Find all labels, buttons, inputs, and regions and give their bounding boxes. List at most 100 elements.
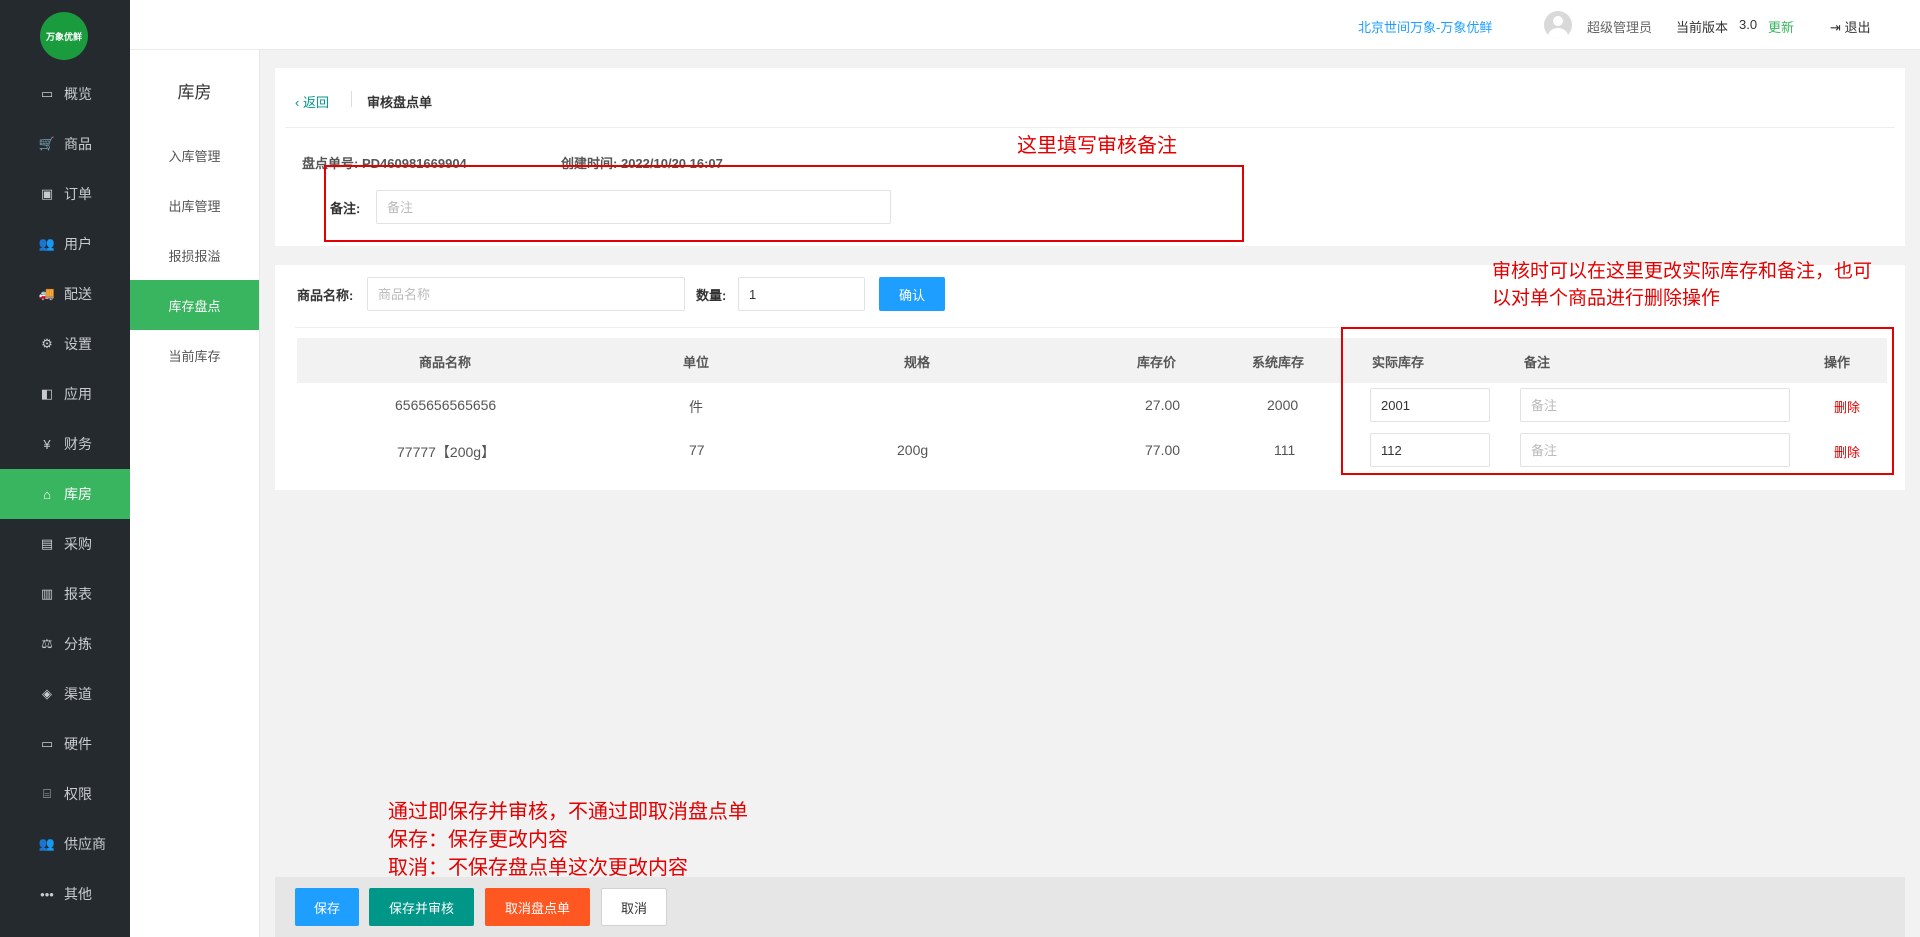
row-price: 27.00 xyxy=(1145,397,1181,413)
users-icon: 👥 xyxy=(38,236,56,251)
brand-logo[interactable]: 万象优鲜 xyxy=(40,12,88,60)
sidebar-item[interactable]: ▭ 概览 xyxy=(0,69,130,119)
sidebar-item-label: 其他 xyxy=(64,886,92,902)
col-spec: 规格 xyxy=(904,355,931,370)
sidebar-item-label: 订单 xyxy=(64,186,92,202)
sidebar-item-label: 硬件 xyxy=(64,736,92,752)
sidebar-item-label: 权限 xyxy=(64,786,92,802)
quantity-label: 数量: xyxy=(696,288,727,303)
subnav-item[interactable]: 当前库存 xyxy=(130,330,259,380)
sidebar-item[interactable]: ▭ 硬件 xyxy=(0,719,130,769)
subnav-item[interactable]: 出库管理 xyxy=(130,180,259,230)
sidebar-item[interactable]: 🚚 配送 xyxy=(0,269,130,319)
cancel-button[interactable]: 取消 xyxy=(601,888,667,926)
annotation-footer-line1: 通过即保存并审核，不通过即取消盘点单 xyxy=(388,801,748,823)
money-icon: ▣ xyxy=(40,186,54,201)
row-system-stock: 2000 xyxy=(1267,397,1299,413)
subnav-item[interactable]: 库存盘点 xyxy=(130,280,259,330)
quantity-input[interactable] xyxy=(738,277,865,311)
sidebar-item-label: 采购 xyxy=(64,536,92,552)
sidebar-item-label: 商品 xyxy=(64,136,92,152)
main-nav: ▭ 概览 🛒 商品 ▣ 订单 👥 用户 🚚 配送 ⚙ 设置 ◧ 应用 ¥ 财务 ⌂ 库房 ▤ 采购 ▥ 报表 ⚖ 分拣 ◈ 渠道 ▭… xyxy=(0,69,130,919)
logout-label: 退出 xyxy=(1844,20,1871,35)
col-price: 库存价 xyxy=(1137,355,1177,370)
col-product-name: 商品名称 xyxy=(419,355,472,370)
group-icon: 👥 xyxy=(38,836,56,851)
user-name[interactable]: 超级管理员 xyxy=(1587,17,1652,36)
back-label: 返回 xyxy=(302,95,329,110)
bank-icon: ⌸ xyxy=(43,786,51,801)
sidebar-item-label: 设置 xyxy=(64,336,92,352)
sidebar-item[interactable]: ⚖ 分拣 xyxy=(0,619,130,669)
avatar[interactable] xyxy=(1544,11,1572,39)
product-name-input[interactable] xyxy=(367,277,685,311)
sidebar-item-label: 应用 xyxy=(64,386,92,402)
logo-text: 万象优鲜 xyxy=(45,31,82,42)
logout-button[interactable]: ⇥ 退出 xyxy=(1830,17,1871,36)
page-title: 审核盘点单 xyxy=(367,95,433,110)
row-product-name: 6565656565656 xyxy=(395,397,497,413)
logout-icon: ⇥ xyxy=(1830,20,1845,35)
sidebar-item[interactable]: ▤ 采购 xyxy=(0,519,130,569)
sidebar-item-label: 概览 xyxy=(64,86,92,102)
sidebar-item-label: 财务 xyxy=(64,436,92,452)
subnav-item[interactable]: 入库管理 xyxy=(130,130,259,180)
action-footer: 保存 保存并审核 取消盘点单 取消 xyxy=(275,877,1905,937)
annotation-box-table xyxy=(1341,327,1894,475)
annotation-table-line1: 审核时可以在这里更改实际库存和备注，也可 xyxy=(1492,261,1873,282)
top-header: 北京世间万象-万象优鲜 超级管理员 当前版本 3.0 更新 ⇥ 退出 xyxy=(130,0,1920,50)
col-system-stock: 系统库存 xyxy=(1252,355,1305,370)
sidebar-item[interactable]: 👥 用户 xyxy=(0,219,130,269)
row-system-stock: 111 xyxy=(1274,442,1296,458)
back-link[interactable]: ‹ 返回 xyxy=(295,92,329,111)
chevron-left-icon: ‹ xyxy=(295,95,303,110)
breadcrumb-divider xyxy=(351,91,352,107)
more-icon: ••• xyxy=(40,886,54,902)
sidebar-item[interactable]: ⌂ 库房 xyxy=(0,469,130,519)
sidebar-item-label: 用户 xyxy=(64,236,92,252)
cube-icon: ◈ xyxy=(42,686,52,701)
bar-chart-icon: ▥ xyxy=(40,586,54,601)
row-price: 77.00 xyxy=(1145,442,1181,458)
sidebar-item[interactable]: ◈ 渠道 xyxy=(0,669,130,719)
cart-icon: 🛒 xyxy=(38,136,56,151)
product-name-label: 商品名称: xyxy=(297,288,354,303)
sidebar-item[interactable]: ▣ 订单 xyxy=(0,169,130,219)
bus-icon: ▤ xyxy=(40,536,54,551)
truck-icon: 🚚 xyxy=(38,286,56,301)
sidebar-item[interactable]: ◧ 应用 xyxy=(0,369,130,419)
apps-icon: ◧ xyxy=(40,386,54,401)
annotation-footer-line2: 保存：保存更改内容 xyxy=(388,829,568,851)
void-order-button[interactable]: 取消盘点单 xyxy=(485,888,590,926)
scale-icon: ⚖ xyxy=(41,636,53,651)
sidebar-item-label: 渠道 xyxy=(64,686,92,702)
sidebar-item-label: 报表 xyxy=(64,586,92,602)
sidebar-item[interactable]: ▥ 报表 xyxy=(0,569,130,619)
col-unit: 单位 xyxy=(683,355,710,370)
sub-sidebar: 库房 入库管理 出库管理 报损报溢 库存盘点 当前库存 xyxy=(130,50,260,937)
store-name[interactable]: 北京世间万象-万象优鲜 xyxy=(1358,17,1492,36)
home-icon: ⌂ xyxy=(43,486,51,502)
row-unit: 件 xyxy=(689,399,703,415)
annotation-remark: 这里填写审核备注 xyxy=(1017,135,1177,157)
save-button[interactable]: 保存 xyxy=(295,888,359,926)
puzzle-icon: ⚙ xyxy=(41,336,53,351)
subnav-list: 入库管理 出库管理 报损报溢 库存盘点 当前库存 xyxy=(130,130,259,380)
sidebar-item[interactable]: ⌸ 权限 xyxy=(0,769,130,819)
monitor-icon: ▭ xyxy=(40,86,54,101)
divider xyxy=(285,127,1895,128)
sidebar-item[interactable]: ¥ 财务 xyxy=(0,419,130,469)
version-number: 3.0 xyxy=(1739,17,1758,32)
row-spec: 200g xyxy=(897,442,929,458)
save-and-approve-button[interactable]: 保存并审核 xyxy=(369,888,474,926)
sidebar-item[interactable]: ⚙ 设置 xyxy=(0,319,130,369)
confirm-button[interactable]: 确认 xyxy=(879,277,945,311)
sidebar-item[interactable]: ••• 其他 xyxy=(0,869,130,919)
sidebar-item[interactable]: 👥 供应商 xyxy=(0,819,130,869)
update-link[interactable]: 更新 xyxy=(1768,17,1794,36)
sidebar-item-label: 分拣 xyxy=(64,636,92,652)
version-label: 当前版本 xyxy=(1676,20,1729,35)
subnav-item[interactable]: 报损报溢 xyxy=(130,230,259,280)
desktop-icon: ▭ xyxy=(40,736,54,751)
sidebar-item[interactable]: 🛒 商品 xyxy=(0,119,130,169)
